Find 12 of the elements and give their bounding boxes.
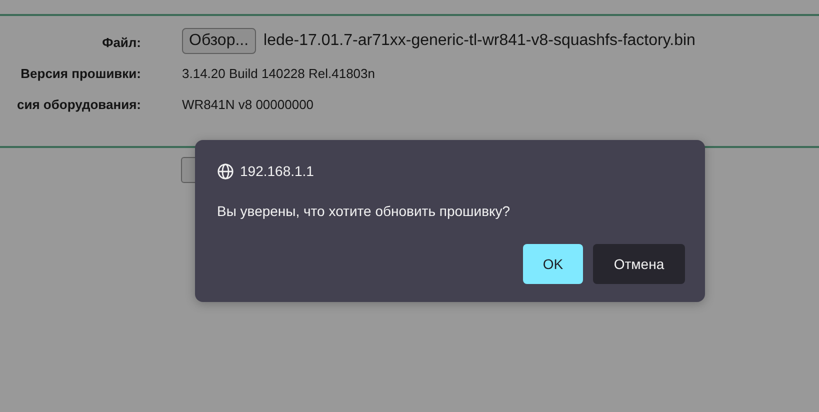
globe-icon	[217, 162, 234, 180]
field-label: Версия прошивки:	[20, 66, 141, 81]
ok-button[interactable]: OK	[523, 244, 583, 284]
file-name: lede-17.01.7-ar71xx-generic-tl-wr841-v8-squashfs-factory.bin	[264, 32, 696, 50]
field-value: WR841N v8 00000000	[182, 96, 315, 114]
site-address: 192.168.1.1	[240, 163, 314, 179]
field-value: 3.14.20 Build 140228 Rel.41803n	[182, 65, 376, 83]
dialog-message: Вы уверены, что хотите обновить прошивку?	[217, 203, 512, 219]
field-label: сия оборудования:	[16, 97, 141, 112]
browse-button[interactable]: Обзор...	[182, 28, 256, 54]
field-label: Файл:	[102, 35, 141, 50]
cancel-button[interactable]: Отмена	[593, 244, 685, 284]
